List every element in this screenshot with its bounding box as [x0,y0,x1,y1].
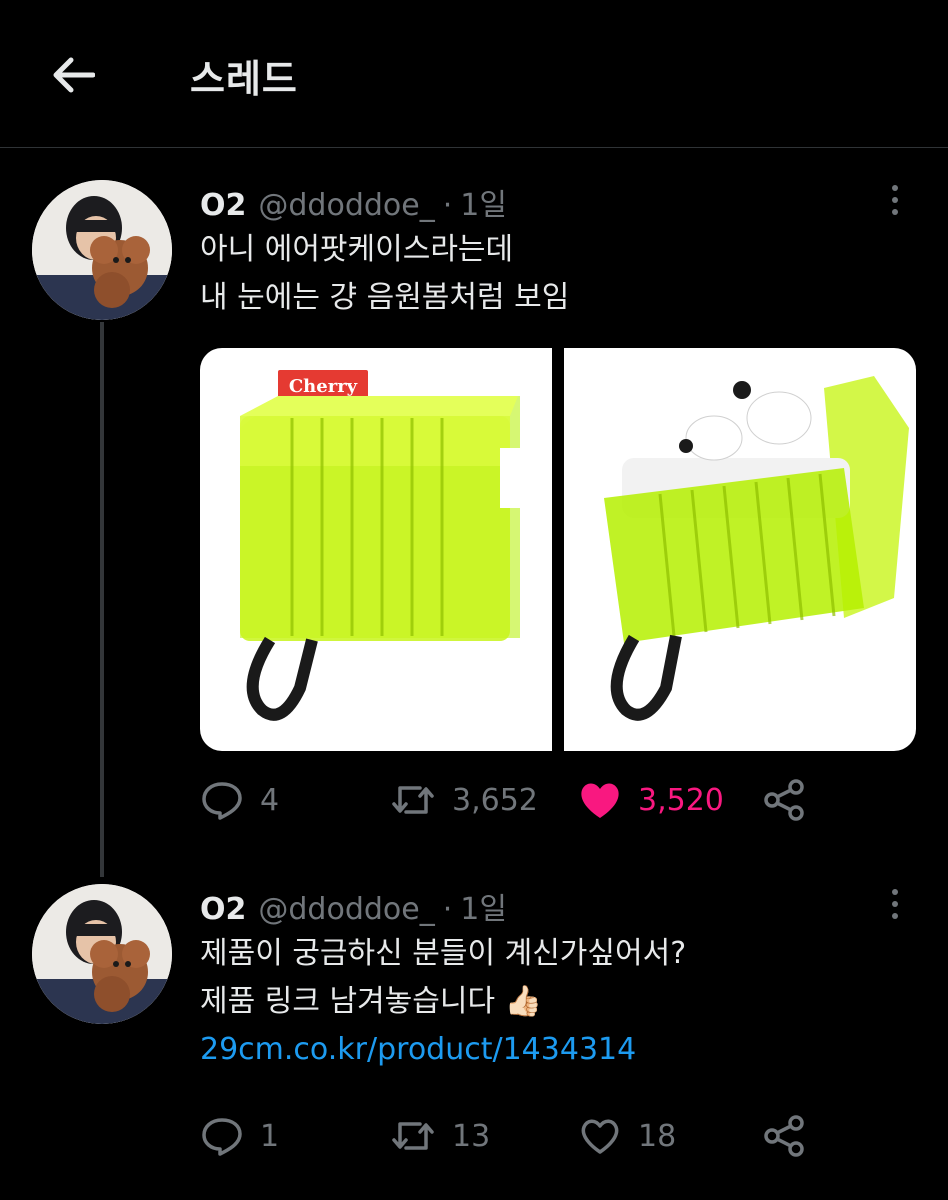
avatar-image [32,180,172,320]
user-handle[interactable]: @ddoddoe_ [258,892,434,927]
display-name[interactable]: O2 [200,188,246,223]
display-name[interactable]: O2 [200,892,246,927]
tweet-header: O2 @ddoddoe_ · 1일 [200,884,507,927]
tweet-text-line: 내 눈에는 걍 음원봄처럼 보임 [200,280,570,315]
like-button[interactable]: 18 [578,1106,676,1166]
page-title: 스레드 [190,57,298,101]
tweet-header: O2 @ddoddoe_ · 1일 [200,180,507,223]
share-button[interactable] [762,770,806,830]
retweet-icon [392,786,434,814]
airpods-case-closed-image: Cherry [240,370,520,721]
reply-icon [202,1118,242,1156]
arrow-left-icon [53,57,95,93]
more-options-button[interactable] [880,180,910,220]
dot-icon [892,889,898,895]
avatar[interactable] [32,180,172,320]
share-icon [764,1115,804,1157]
timestamp[interactable]: 1일 [460,884,507,928]
retweet-button[interactable]: 13 [390,1106,490,1166]
like-count: 3,520 [638,782,724,818]
tweet-text: 아니 에어팟케이스라는데 내 눈에는 걍 음원봄처럼 보임 [200,226,569,322]
product-link[interactable]: 29cm.co.kr/product/1434314 [200,1026,686,1074]
reply-count: 4 [260,782,280,818]
tweet-text-line: 아니 에어팟케이스라는데 [200,232,514,267]
dot-icon [892,185,898,191]
tweet-text-line: 제품 링크 남겨놓습니다 👍🏻 [200,984,542,1019]
dot-icon [892,901,898,907]
reply-button[interactable]: 4 [200,770,279,830]
header: 스레드 [0,0,948,148]
cherry-label: Cherry [289,376,358,397]
like-button[interactable]: 3,520 [578,770,724,830]
retweet-button[interactable]: 3,652 [390,770,538,830]
dot-icon [892,209,898,215]
back-button[interactable] [48,50,98,100]
avatar[interactable] [32,884,172,1024]
more-options-button[interactable] [880,884,910,924]
dot-icon [892,913,898,919]
share-button[interactable] [762,1106,806,1166]
thread-connector-line [100,322,104,877]
media-gallery: Cherry [200,348,916,751]
timestamp[interactable]: 1일 [460,180,507,224]
avatar-image [32,884,172,1024]
separator-dot: · [442,188,453,223]
media-image-open-case[interactable] [564,348,916,751]
user-handle[interactable]: @ddoddoe_ [258,188,434,223]
tweet-actions: 4 3,652 3,520 [200,770,916,830]
tweet-text: 제품이 궁금하신 분들이 계신가싶어서? 제품 링크 남겨놓습니다 👍🏻 29c… [200,930,686,1074]
heart-filled-icon [581,783,619,818]
separator-dot: · [442,892,453,927]
retweet-count: 3,652 [452,782,538,818]
reply-button[interactable]: 1 [200,1106,279,1166]
dot-icon [892,197,898,203]
media-image-closed-case[interactable]: Cherry [200,348,552,751]
reply-icon [202,782,242,820]
tweet-actions: 1 13 18 [200,1106,916,1166]
heart-outline-icon [581,1119,619,1154]
reply-count: 1 [260,1118,280,1154]
like-count: 18 [638,1118,677,1154]
airpods-case-open-image [604,376,909,721]
retweet-icon [392,1122,434,1150]
retweet-count: 13 [452,1118,491,1154]
share-icon [764,779,804,821]
tweet-text-line: 제품이 궁금하신 분들이 계신가싶어서? [200,936,687,971]
